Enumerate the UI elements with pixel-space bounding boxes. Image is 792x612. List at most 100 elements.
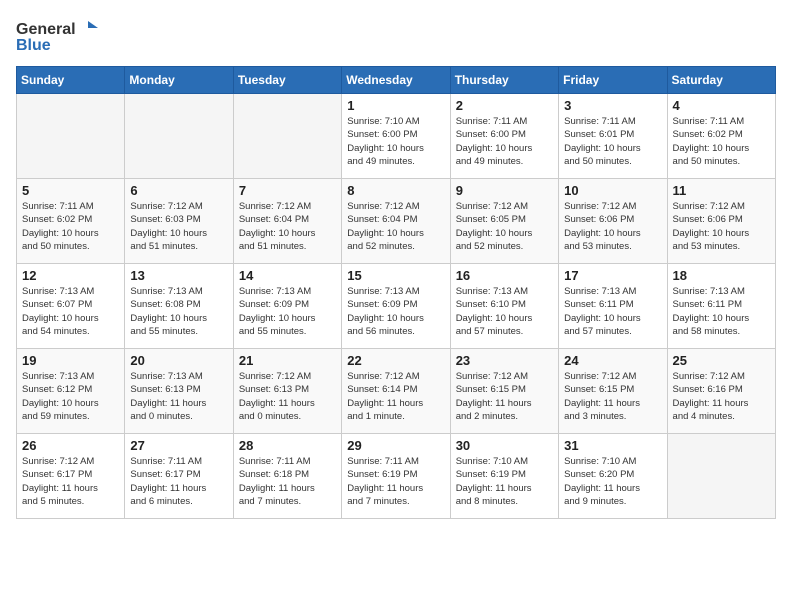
day-info: Sunrise: 7:12 AMSunset: 6:06 PMDaylight:…	[564, 200, 661, 253]
calendar-cell: 30 Sunrise: 7:10 AMSunset: 6:19 PMDayligh…	[450, 434, 558, 519]
calendar-cell: 9 Sunrise: 7:12 AMSunset: 6:05 PMDaylight…	[450, 179, 558, 264]
day-number: 14	[239, 268, 336, 283]
logo-svg: GeneralBlue	[16, 16, 106, 56]
calendar-cell: 8 Sunrise: 7:12 AMSunset: 6:04 PMDaylight…	[342, 179, 450, 264]
day-info: Sunrise: 7:12 AMSunset: 6:15 PMDaylight:…	[564, 370, 661, 423]
day-info: Sunrise: 7:13 AMSunset: 6:12 PMDaylight:…	[22, 370, 119, 423]
day-info: Sunrise: 7:13 AMSunset: 6:11 PMDaylight:…	[673, 285, 770, 338]
day-number: 6	[130, 183, 227, 198]
page-header: GeneralBlue	[16, 16, 776, 56]
svg-text:General: General	[16, 21, 76, 38]
calendar-week-row: 12 Sunrise: 7:13 AMSunset: 6:07 PMDayligh…	[17, 264, 776, 349]
day-info: Sunrise: 7:11 AMSunset: 6:00 PMDaylight:…	[456, 115, 553, 168]
day-number: 21	[239, 353, 336, 368]
day-number: 3	[564, 98, 661, 113]
weekday-header: Monday	[125, 67, 233, 94]
day-info: Sunrise: 7:10 AMSunset: 6:20 PMDaylight:…	[564, 455, 661, 508]
day-number: 28	[239, 438, 336, 453]
day-info: Sunrise: 7:13 AMSunset: 6:07 PMDaylight:…	[22, 285, 119, 338]
day-number: 27	[130, 438, 227, 453]
day-number: 1	[347, 98, 444, 113]
day-info: Sunrise: 7:13 AMSunset: 6:11 PMDaylight:…	[564, 285, 661, 338]
calendar-cell	[125, 94, 233, 179]
day-info: Sunrise: 7:12 AMSunset: 6:06 PMDaylight:…	[673, 200, 770, 253]
day-number: 20	[130, 353, 227, 368]
calendar-cell: 17Sunrise: 7:13 AMSunset: 6:11 PMDayligh…	[559, 264, 667, 349]
weekday-header: Tuesday	[233, 67, 341, 94]
day-info: Sunrise: 7:12 AMSunset: 6:14 PMDaylight:…	[347, 370, 444, 423]
calendar-cell: 28 Sunrise: 7:11 AMSunset: 6:18 PMDayligh…	[233, 434, 341, 519]
day-number: 2	[456, 98, 553, 113]
day-info: Sunrise: 7:10 AMSunset: 6:19 PMDaylight:…	[456, 455, 553, 508]
calendar-cell: 25 Sunrise: 7:12 AMSunset: 6:16 PMDayligh…	[667, 349, 775, 434]
day-number: 13	[130, 268, 227, 283]
day-number: 12	[22, 268, 119, 283]
day-number: 29	[347, 438, 444, 453]
day-number: 16	[456, 268, 553, 283]
day-number: 8	[347, 183, 444, 198]
weekday-header: Wednesday	[342, 67, 450, 94]
calendar-cell: 16 Sunrise: 7:13 AMSunset: 6:10 PMDayligh…	[450, 264, 558, 349]
calendar-cell: 13 Sunrise: 7:13 AMSunset: 6:08 PMDayligh…	[125, 264, 233, 349]
calendar-cell	[17, 94, 125, 179]
day-number: 23	[456, 353, 553, 368]
day-info: Sunrise: 7:11 AMSunset: 6:19 PMDaylight:…	[347, 455, 444, 508]
day-number: 5	[22, 183, 119, 198]
day-number: 11	[673, 183, 770, 198]
calendar-cell: 4 Sunrise: 7:11 AMSunset: 6:02 PMDaylight…	[667, 94, 775, 179]
calendar-cell: 31 Sunrise: 7:10 AMSunset: 6:20 PMDayligh…	[559, 434, 667, 519]
calendar-cell: 22Sunrise: 7:12 AMSunset: 6:14 PMDayligh…	[342, 349, 450, 434]
calendar-cell: 3Sunrise: 7:11 AMSunset: 6:01 PMDaylight…	[559, 94, 667, 179]
day-number: 9	[456, 183, 553, 198]
calendar-cell: 18Sunrise: 7:13 AMSunset: 6:11 PMDayligh…	[667, 264, 775, 349]
calendar-cell: 27 Sunrise: 7:11 AMSunset: 6:17 PMDayligh…	[125, 434, 233, 519]
calendar-cell: 26 Sunrise: 7:12 AMSunset: 6:17 PMDayligh…	[17, 434, 125, 519]
calendar-cell: 14 Sunrise: 7:13 AMSunset: 6:09 PMDayligh…	[233, 264, 341, 349]
day-info: Sunrise: 7:12 AMSunset: 6:04 PMDaylight:…	[347, 200, 444, 253]
day-info: Sunrise: 7:13 AMSunset: 6:13 PMDaylight:…	[130, 370, 227, 423]
day-info: Sunrise: 7:12 AMSunset: 6:15 PMDaylight:…	[456, 370, 553, 423]
calendar-cell: 11 Sunrise: 7:12 AMSunset: 6:06 PMDayligh…	[667, 179, 775, 264]
calendar-cell	[667, 434, 775, 519]
day-info: Sunrise: 7:11 AMSunset: 6:02 PMDaylight:…	[22, 200, 119, 253]
calendar-cell: 15Sunrise: 7:13 AMSunset: 6:09 PMDayligh…	[342, 264, 450, 349]
day-info: Sunrise: 7:13 AMSunset: 6:09 PMDaylight:…	[239, 285, 336, 338]
weekday-header-row: SundayMondayTuesdayWednesdayThursdayFrid…	[17, 67, 776, 94]
day-number: 25	[673, 353, 770, 368]
day-info: Sunrise: 7:11 AMSunset: 6:17 PMDaylight:…	[130, 455, 227, 508]
calendar-cell	[233, 94, 341, 179]
calendar-cell: 2 Sunrise: 7:11 AMSunset: 6:00 PMDaylight…	[450, 94, 558, 179]
weekday-header: Sunday	[17, 67, 125, 94]
day-info: Sunrise: 7:12 AMSunset: 6:03 PMDaylight:…	[130, 200, 227, 253]
weekday-header: Saturday	[667, 67, 775, 94]
day-number: 30	[456, 438, 553, 453]
day-info: Sunrise: 7:12 AMSunset: 6:13 PMDaylight:…	[239, 370, 336, 423]
day-info: Sunrise: 7:12 AMSunset: 6:16 PMDaylight:…	[673, 370, 770, 423]
calendar-cell: 10 Sunrise: 7:12 AMSunset: 6:06 PMDayligh…	[559, 179, 667, 264]
day-info: Sunrise: 7:11 AMSunset: 6:02 PMDaylight:…	[673, 115, 770, 168]
day-number: 15	[347, 268, 444, 283]
calendar-cell: 21 Sunrise: 7:12 AMSunset: 6:13 PMDayligh…	[233, 349, 341, 434]
svg-text:Blue: Blue	[16, 37, 51, 54]
calendar-cell: 19Sunrise: 7:13 AMSunset: 6:12 PMDayligh…	[17, 349, 125, 434]
day-info: Sunrise: 7:13 AMSunset: 6:08 PMDaylight:…	[130, 285, 227, 338]
calendar-cell: 29 Sunrise: 7:11 AMSunset: 6:19 PMDayligh…	[342, 434, 450, 519]
weekday-header: Friday	[559, 67, 667, 94]
calendar-cell: 7Sunrise: 7:12 AMSunset: 6:04 PMDaylight…	[233, 179, 341, 264]
day-info: Sunrise: 7:13 AMSunset: 6:10 PMDaylight:…	[456, 285, 553, 338]
day-number: 4	[673, 98, 770, 113]
day-info: Sunrise: 7:11 AMSunset: 6:18 PMDaylight:…	[239, 455, 336, 508]
day-number: 24	[564, 353, 661, 368]
day-number: 26	[22, 438, 119, 453]
calendar-week-row: 5 Sunrise: 7:11 AMSunset: 6:02 PMDaylight…	[17, 179, 776, 264]
day-info: Sunrise: 7:12 AMSunset: 6:17 PMDaylight:…	[22, 455, 119, 508]
logo: GeneralBlue	[16, 16, 106, 56]
day-info: Sunrise: 7:12 AMSunset: 6:05 PMDaylight:…	[456, 200, 553, 253]
day-number: 10	[564, 183, 661, 198]
weekday-header: Thursday	[450, 67, 558, 94]
calendar-cell: 6 Sunrise: 7:12 AMSunset: 6:03 PMDaylight…	[125, 179, 233, 264]
day-number: 31	[564, 438, 661, 453]
calendar-cell: 24 Sunrise: 7:12 AMSunset: 6:15 PMDayligh…	[559, 349, 667, 434]
calendar-cell: 5 Sunrise: 7:11 AMSunset: 6:02 PMDaylight…	[17, 179, 125, 264]
calendar-week-row: 26 Sunrise: 7:12 AMSunset: 6:17 PMDayligh…	[17, 434, 776, 519]
